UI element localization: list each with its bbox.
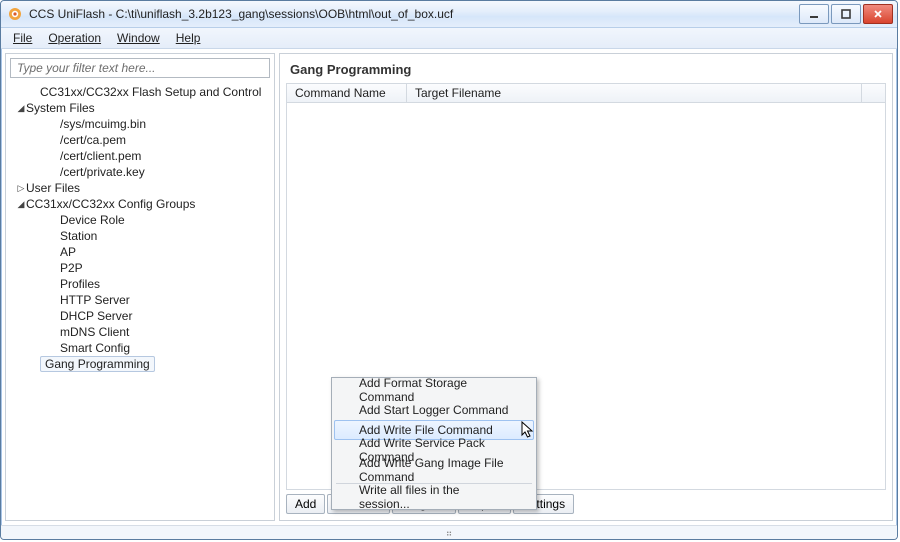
ctx-add-format[interactable]: Add Format Storage Command xyxy=(334,380,534,400)
tree-cert-client[interactable]: /cert/client.pem xyxy=(10,148,270,164)
nav-tree[interactable]: CC31xx/CC32xx Flash Setup and Control ◢S… xyxy=(6,82,274,520)
panel-heading: Gang Programming xyxy=(280,54,892,83)
col-spacer xyxy=(861,84,885,102)
tree-label: HTTP Server xyxy=(60,293,130,307)
app-icon xyxy=(7,6,23,22)
tree-label: CC31xx/CC32xx Config Groups xyxy=(26,197,195,211)
tree-label: System Files xyxy=(26,101,95,115)
tree-mdns-client[interactable]: mDNS Client xyxy=(10,324,270,340)
filter-input[interactable] xyxy=(10,58,270,78)
app-window: CCS UniFlash - C:\ti\uniflash_3.2b123_ga… xyxy=(0,0,898,540)
tree-label: Device Role xyxy=(60,213,125,227)
tree-p2p[interactable]: P2P xyxy=(10,260,270,276)
menu-window[interactable]: Window xyxy=(111,30,166,46)
tree-sys-mcuimg[interactable]: /sys/mcuimg.bin xyxy=(10,116,270,132)
tree-label: Station xyxy=(60,229,97,243)
statusbar: ⠶ xyxy=(1,525,897,540)
tree-label: /sys/mcuimg.bin xyxy=(60,117,146,131)
tree-label: /cert/ca.pem xyxy=(60,133,126,147)
menu-help-label: Help xyxy=(176,31,201,45)
tree-http-server[interactable]: HTTP Server xyxy=(10,292,270,308)
tree-label: AP xyxy=(60,245,76,259)
add-button[interactable]: Add xyxy=(286,494,325,514)
ctx-add-gangimg[interactable]: Add Write Gang Image File Command xyxy=(334,460,534,480)
tree-cert-private[interactable]: /cert/private.key xyxy=(10,164,270,180)
ctx-write-all[interactable]: Write all files in the session... xyxy=(334,487,534,507)
tree-ap[interactable]: AP xyxy=(10,244,270,260)
menu-operation[interactable]: Operation xyxy=(42,30,107,46)
tree-dhcp-server[interactable]: DHCP Server xyxy=(10,308,270,324)
minimize-button[interactable] xyxy=(799,4,829,24)
sidebar: CC31xx/CC32xx Flash Setup and Control ◢S… xyxy=(5,53,275,521)
tree-config-groups[interactable]: ◢CC31xx/CC32xx Config Groups xyxy=(10,196,270,212)
maximize-button[interactable] xyxy=(831,4,861,24)
menu-help[interactable]: Help xyxy=(170,30,207,46)
tree-label: P2P xyxy=(60,261,83,275)
col-path[interactable]: Target Filename xyxy=(407,84,861,102)
tree-flash-setup[interactable]: CC31xx/CC32xx Flash Setup and Control xyxy=(10,84,270,100)
menu-window-label: Window xyxy=(117,31,160,45)
tree-smart-config[interactable]: Smart Config xyxy=(10,340,270,356)
tree-cert-ca[interactable]: /cert/ca.pem xyxy=(10,132,270,148)
tree-gang-programming[interactable]: Gang Programming xyxy=(10,356,270,372)
collapse-icon[interactable]: ◢ xyxy=(16,104,26,113)
menu-operation-label: Operation xyxy=(48,31,101,45)
filter-box xyxy=(10,58,270,78)
ctx-add-logger[interactable]: Add Start Logger Command xyxy=(334,400,534,420)
menu-file[interactable]: File xyxy=(7,30,38,46)
tree-label: DHCP Server xyxy=(60,309,132,323)
collapse-icon[interactable]: ◢ xyxy=(16,200,26,209)
tree-label: User Files xyxy=(26,181,80,195)
tree-system-files[interactable]: ◢System Files xyxy=(10,100,270,116)
expand-icon[interactable]: ▷ xyxy=(16,184,26,193)
tree-profiles[interactable]: Profiles xyxy=(10,276,270,292)
tree-user-files[interactable]: ▷User Files xyxy=(10,180,270,196)
close-button[interactable] xyxy=(863,4,893,24)
tree-label: Gang Programming xyxy=(40,356,155,372)
tree-device-role[interactable]: Device Role xyxy=(10,212,270,228)
tree-station[interactable]: Station xyxy=(10,228,270,244)
tree-label: /cert/private.key xyxy=(60,165,145,179)
tree-label: Smart Config xyxy=(60,341,130,355)
tree-label: Profiles xyxy=(60,277,100,291)
context-menu: Add Format Storage Command Add Start Log… xyxy=(331,377,537,510)
window-title: CCS UniFlash - C:\ti\uniflash_3.2b123_ga… xyxy=(29,7,799,21)
tree-label: mDNS Client xyxy=(60,325,129,339)
window-controls xyxy=(799,4,893,24)
tree-label: CC31xx/CC32xx Flash Setup and Control xyxy=(40,85,261,99)
col-command[interactable]: Command Name xyxy=(287,84,407,102)
menu-file-label: File xyxy=(13,31,32,45)
menu-bar: File Operation Window Help xyxy=(1,28,897,49)
tree-label: /cert/client.pem xyxy=(60,149,141,163)
table-header: Command Name Target Filename xyxy=(286,83,886,103)
title-bar[interactable]: CCS UniFlash - C:\ti\uniflash_3.2b123_ga… xyxy=(1,1,897,28)
